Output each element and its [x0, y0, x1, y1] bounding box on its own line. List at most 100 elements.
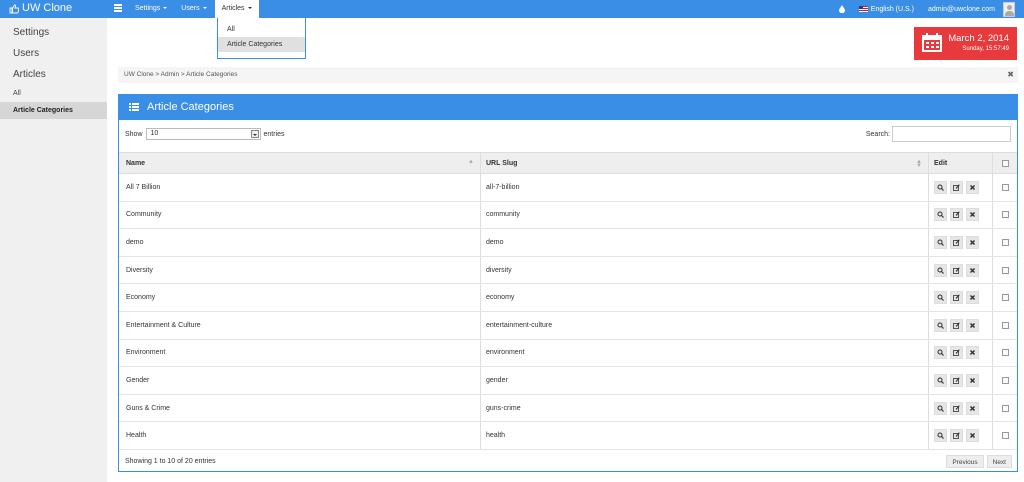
edit-button[interactable]	[950, 373, 963, 387]
delete-button[interactable]	[966, 346, 979, 360]
view-button[interactable]	[934, 180, 947, 194]
edit-button[interactable]	[950, 235, 963, 249]
category-name: Economy	[126, 294, 156, 302]
caret-down-icon	[202, 7, 207, 10]
edit-button[interactable]	[950, 429, 963, 443]
previous-button[interactable]: Previous	[946, 455, 984, 468]
delete-button[interactable]	[966, 208, 979, 222]
table-row: Gender gender	[119, 367, 1017, 395]
view-button[interactable]	[934, 429, 947, 443]
row-checkbox[interactable]	[1001, 349, 1009, 357]
row-checkbox[interactable]	[1001, 321, 1009, 329]
drop-icon[interactable]	[838, 5, 845, 13]
user-email[interactable]: admin@uwclone.com	[928, 6, 995, 13]
row-checkbox[interactable]	[1001, 238, 1009, 246]
delete-button[interactable]	[966, 318, 979, 332]
table-row: Health health	[119, 422, 1017, 450]
sidebar-subitem-article-categories[interactable]: Article Categories	[0, 102, 107, 119]
column-header-slug[interactable]: URL Slug ▲ ▼	[481, 153, 929, 173]
row-checkbox[interactable]	[1001, 294, 1009, 302]
row-checkbox[interactable]	[1001, 432, 1009, 440]
category-name-cell: All 7 Billion	[119, 174, 481, 201]
close-icon[interactable]: ✖	[1007, 67, 1014, 83]
app-title: UW Clone	[22, 2, 73, 14]
top-right-nav: English (U.S.) admin@uwclone.com	[838, 0, 1024, 18]
edit-button[interactable]	[950, 291, 963, 305]
menu-toggle-icon[interactable]	[114, 4, 122, 13]
articles-dropdown-menu: All Article Categories	[217, 18, 306, 59]
nav-users[interactable]: Users	[174, 0, 213, 18]
category-slug: diversity	[486, 266, 512, 274]
entries-label: entries	[263, 130, 285, 138]
row-checkbox[interactable]	[1001, 211, 1009, 219]
row-actions	[929, 367, 993, 394]
category-name: Health	[126, 432, 147, 440]
sidebar-item-articles[interactable]: Articles	[0, 64, 107, 85]
category-slug: entertainment-culture	[486, 321, 553, 329]
row-checkbox[interactable]	[1001, 266, 1009, 274]
delete-button[interactable]	[966, 373, 979, 387]
language-selector[interactable]: English (U.S.)	[871, 6, 914, 13]
view-button[interactable]	[934, 346, 947, 360]
entries-select[interactable]: 10	[145, 128, 261, 140]
delete-button[interactable]	[966, 291, 979, 305]
column-header-name[interactable]: Name ▲	[119, 153, 481, 173]
search-input[interactable]	[892, 126, 1011, 142]
category-slug-cell: diversity	[481, 256, 929, 284]
brand-logo[interactable]: UW Clone	[9, 2, 72, 15]
delete-button[interactable]	[966, 401, 979, 415]
delete-button[interactable]	[966, 263, 979, 277]
nav-settings[interactable]: Settings	[128, 0, 174, 18]
edit-button[interactable]	[950, 208, 963, 222]
edit-button[interactable]	[950, 401, 963, 415]
column-edit-label: Edit	[934, 159, 948, 167]
category-slug-cell: demo	[481, 229, 929, 256]
categories-table: Name ▲ URL Slug ▲ ▼ Edit All 7 Billion all…	[119, 152, 1017, 450]
category-name-cell: Health	[119, 422, 481, 449]
panel-header: Article Categories	[119, 95, 1017, 120]
select-all-cell	[993, 153, 1017, 173]
view-button[interactable]	[934, 235, 947, 249]
chevron-down-icon	[250, 130, 259, 138]
category-slug-cell: economy	[481, 284, 929, 311]
view-button[interactable]	[934, 208, 947, 222]
dropdown-item-all[interactable]: All	[218, 22, 305, 37]
delete-button[interactable]	[966, 235, 979, 249]
breadcrumb: UW Clone > Admin > Article Categories ✖	[118, 67, 1018, 83]
edit-button[interactable]	[950, 180, 963, 194]
edit-button[interactable]	[950, 346, 963, 360]
delete-button[interactable]	[966, 180, 979, 194]
category-name-cell: Environment	[119, 339, 481, 367]
row-actions	[929, 422, 993, 449]
next-button[interactable]: Next	[986, 455, 1012, 468]
sidebar-subitem-all[interactable]: All	[0, 85, 107, 102]
select-all-checkbox[interactable]	[1001, 159, 1009, 167]
row-actions	[929, 174, 993, 201]
edit-button[interactable]	[950, 263, 963, 277]
view-button[interactable]	[934, 318, 947, 332]
view-button[interactable]	[934, 401, 947, 415]
table-info: Showing 1 to 10 of 20 entries	[125, 458, 216, 465]
delete-button[interactable]	[966, 429, 979, 443]
caret-down-icon	[247, 7, 252, 10]
row-select-cell	[993, 340, 1017, 367]
row-checkbox[interactable]	[1001, 376, 1009, 384]
category-name: Gender	[126, 376, 150, 384]
edit-button[interactable]	[950, 318, 963, 332]
category-name: Guns & Crime	[126, 404, 170, 412]
row-checkbox[interactable]	[1001, 404, 1009, 412]
nav-articles-label: Articles	[221, 5, 245, 12]
table-row: Guns & Crime guns-crime	[119, 394, 1017, 423]
view-button[interactable]	[934, 263, 947, 277]
row-checkbox[interactable]	[1001, 183, 1009, 191]
category-slug-cell: health	[481, 422, 929, 449]
category-slug-cell: gender	[481, 367, 929, 394]
view-button[interactable]	[934, 373, 947, 387]
avatar[interactable]	[1003, 1, 1015, 17]
sidebar-item-users[interactable]: Users	[0, 43, 107, 64]
sidebar-item-settings[interactable]: Settings	[0, 22, 107, 43]
dropdown-item-article-categories[interactable]: Article Categories	[218, 37, 305, 52]
edit-icon	[953, 432, 960, 440]
nav-articles[interactable]: Articles	[214, 0, 259, 18]
view-button[interactable]	[934, 291, 947, 305]
